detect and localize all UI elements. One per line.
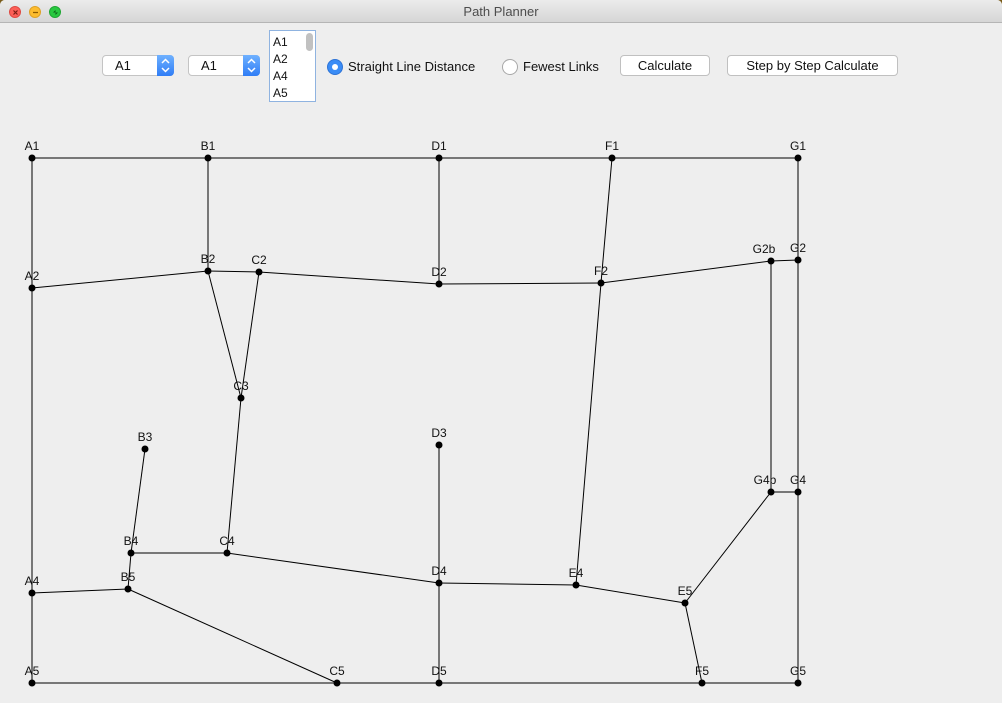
list-item[interactable]: A1 — [273, 35, 288, 49]
graph-node-label-D5: D5 — [431, 664, 447, 678]
graph-node-D5[interactable] — [435, 679, 443, 687]
graph-node-label-G2b: G2b — [753, 242, 776, 256]
straight-line-radio[interactable] — [327, 59, 343, 75]
graph-node-E5[interactable] — [681, 599, 689, 607]
graph-node-C2[interactable] — [255, 268, 263, 276]
graph-node-G2[interactable] — [794, 256, 802, 264]
graph-node-label-D3: D3 — [431, 426, 447, 440]
graph-node-label-C2: C2 — [251, 253, 267, 267]
fewest-links-radio[interactable] — [502, 59, 518, 75]
avoid-nodes-list[interactable]: A1 A2 A4 A5 — [269, 30, 316, 102]
chevron-updown-icon — [157, 55, 174, 76]
graph-node-label-D4: D4 — [431, 564, 447, 578]
graph-node-label-G4b: G4b — [754, 473, 777, 487]
graph-node-G2b[interactable] — [767, 257, 775, 265]
step-by-step-button[interactable]: Step by Step Calculate — [727, 55, 898, 76]
graph-node-label-B2: B2 — [201, 252, 216, 266]
window-title: Path Planner — [463, 4, 539, 19]
calculate-button[interactable]: Calculate — [620, 55, 710, 76]
graph-node-E4[interactable] — [572, 581, 580, 589]
graph-node-label-A5: A5 — [25, 664, 40, 678]
straight-line-label[interactable]: Straight Line Distance — [348, 59, 475, 74]
graph-node-B5[interactable] — [124, 585, 132, 593]
list-item[interactable]: A5 — [273, 86, 288, 100]
graph-node-label-C5: C5 — [329, 664, 345, 678]
fewest-links-label[interactable]: Fewest Links — [523, 59, 599, 74]
to-node-select[interactable]: A1 — [188, 55, 260, 76]
graph-node-D1[interactable] — [435, 154, 443, 162]
graph-node-G4b[interactable] — [767, 488, 775, 496]
graph-node-D3[interactable] — [435, 441, 443, 449]
graph-node-C4[interactable] — [223, 549, 231, 557]
graph-node-label-A2: A2 — [25, 269, 40, 283]
list-item[interactable]: A2 — [273, 52, 288, 66]
graph-node-A2[interactable] — [28, 284, 36, 292]
graph-node-D4[interactable] — [435, 579, 443, 587]
app-window: Path Planner A1 A1 A1 A2 A4 A5 Straight … — [0, 0, 1002, 703]
graph-node-C5[interactable] — [333, 679, 341, 687]
graph-edge-B5-C5 — [127, 588, 338, 684]
graph-node-F1[interactable] — [608, 154, 616, 162]
graph-node-label-D1: D1 — [431, 139, 447, 153]
graph-edge-G2b-G2 — [770, 259, 799, 262]
graph-node-B3[interactable] — [141, 445, 149, 453]
to-node-value: A1 — [201, 58, 217, 73]
graph-node-A5[interactable] — [28, 679, 36, 687]
graph-edge-B2-C2 — [207, 270, 260, 273]
graph-node-label-E5: E5 — [678, 584, 693, 598]
list-scrollbar[interactable] — [306, 33, 313, 51]
graph-node-label-C3: C3 — [233, 379, 249, 393]
graph-node-label-F5: F5 — [695, 664, 709, 678]
graph-node-A1[interactable] — [28, 154, 36, 162]
graph-edge-F2-G2b — [600, 260, 772, 284]
graph-node-label-B1: B1 — [201, 139, 216, 153]
graph-node-F5[interactable] — [698, 679, 706, 687]
graph-node-label-B4: B4 — [124, 534, 139, 548]
graph-node-label-C4: C4 — [219, 534, 235, 548]
title-bar[interactable]: Path Planner — [0, 0, 1002, 23]
graph-node-G5[interactable] — [794, 679, 802, 687]
graph-node-label-A1: A1 — [25, 139, 40, 153]
graph-edge-C2-D2 — [258, 271, 440, 285]
graph-node-F2[interactable] — [597, 279, 605, 287]
graph-node-label-G1: G1 — [790, 139, 806, 153]
graph-node-B2[interactable] — [204, 267, 212, 275]
graph-node-label-B5: B5 — [121, 570, 136, 584]
graph-edge-C4-D4 — [226, 552, 440, 584]
graph-node-label-E4: E4 — [569, 566, 584, 580]
graph-node-label-A4: A4 — [25, 574, 40, 588]
graph-node-B4[interactable] — [127, 549, 135, 557]
graph-node-C3[interactable] — [237, 394, 245, 402]
graph-node-D2[interactable] — [435, 280, 443, 288]
graph-node-label-D2: D2 — [431, 265, 447, 279]
graph-node-G4[interactable] — [794, 488, 802, 496]
graph-nodes: A1 B1 D1 F1 G1 A2 B2 C2 D2 F2 G2b G2 C3 B3 D3 G4b G4 B4 C4… — [25, 139, 806, 687]
graph-node-label-F1: F1 — [605, 139, 619, 153]
graph-edge-C3-C4 — [226, 397, 242, 554]
graph-edge-D4-E4 — [438, 582, 577, 586]
from-node-value: A1 — [115, 58, 131, 73]
list-item[interactable]: A4 — [273, 69, 288, 83]
graph-edge-E4-E5 — [575, 584, 686, 604]
graph-node-label-G4: G4 — [790, 473, 806, 487]
graph-node-label-G5: G5 — [790, 664, 806, 678]
graph-node-label-G2: G2 — [790, 241, 806, 255]
graph-canvas[interactable]: A1 B1 D1 F1 G1 A2 B2 C2 D2 F2 G2b G2 C3 B3 D3 G4b G4 B4 C4… — [0, 100, 1002, 703]
graph-node-A4[interactable] — [28, 589, 36, 597]
chevron-updown-icon — [243, 55, 260, 76]
graph-edge-D2-F2 — [438, 282, 602, 285]
graph-edge-A2-B2 — [31, 270, 209, 289]
graph-node-B1[interactable] — [204, 154, 212, 162]
graph-node-label-F2: F2 — [594, 264, 608, 278]
graph-edge-F2-E4 — [575, 282, 602, 586]
graph-node-G1[interactable] — [794, 154, 802, 162]
graph-edge-E5-G4b — [684, 491, 772, 604]
graph-node-label-B3: B3 — [138, 430, 153, 444]
from-node-select[interactable]: A1 — [102, 55, 174, 76]
graph-edge-A4-B5 — [31, 588, 129, 594]
